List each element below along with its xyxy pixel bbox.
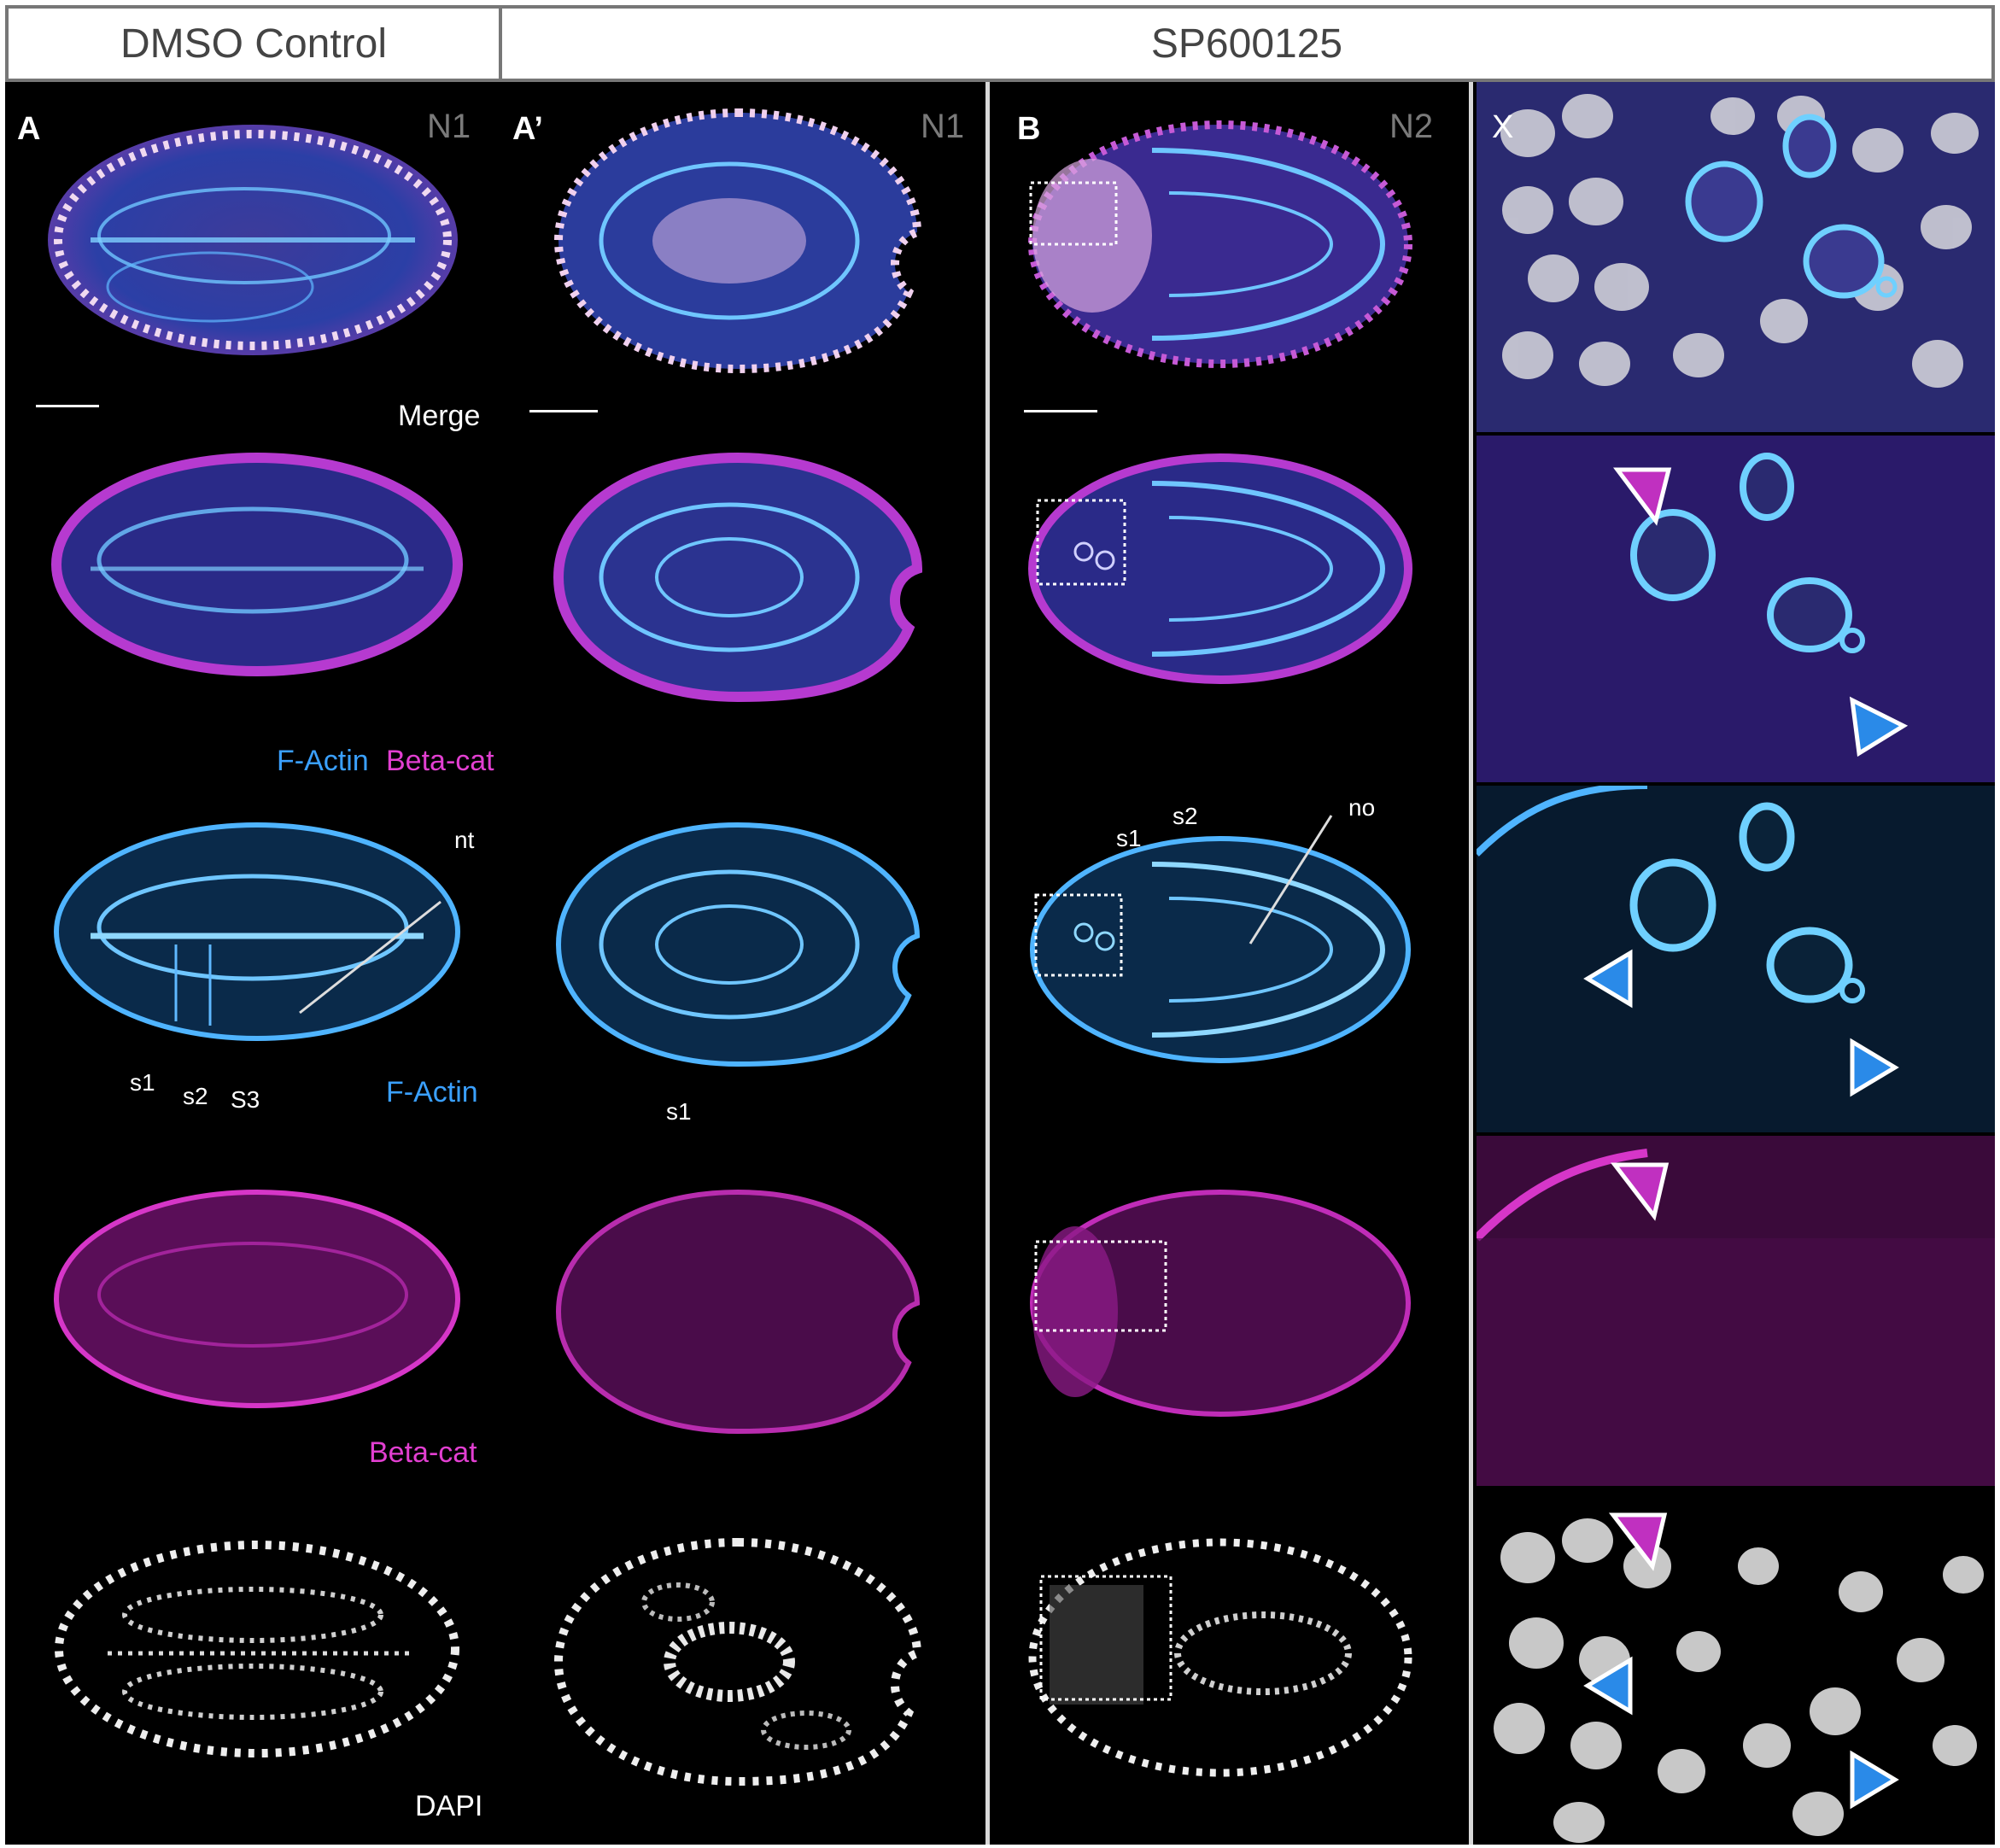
header-dmso-control: DMSO Control [9,9,502,79]
zoom-divider-1 [1477,432,1995,436]
embryo-a-prime-dapi [553,1537,922,1787]
embryo-b-factin [1030,836,1411,1063]
header-dmso-label: DMSO Control [120,20,388,67]
embryo-a-merge [48,125,458,355]
embryo-a-prime-factin [555,822,921,1067]
panel-letter-a-prime: A’ [512,111,543,147]
zoom-merge [1477,82,1995,432]
embryo-a-prime-factin-betacat [553,452,923,703]
label-betacat-row2: Beta-cat [386,745,494,777]
zoom-factin-betacat [1477,436,1995,782]
header-row: DMSO Control SP600125 [5,5,1995,82]
zoom-factin [1477,786,1995,1132]
column-a: A N1 Merge F-Actin Beta-cat nt s1 s2 S3 … [5,82,499,1845]
scalebar-a [36,405,99,407]
scalebar-a-prime [529,410,598,412]
label-a-s2: s2 [183,1083,208,1109]
column-x: X [1473,82,1995,1845]
nt-pointer-line [299,900,442,1015]
panel-a-prime-n-label: N1 [921,108,965,145]
label-a-prime-s1: s1 [666,1098,692,1125]
embryo-a-dapi [55,1541,459,1757]
label-nt: nt [454,827,475,853]
embryo-a-prime-betacat [555,1189,921,1435]
label-a-s1: s1 [130,1069,155,1096]
label-factin-row2: F-Actin [277,745,369,777]
panel-letter-a: A [17,111,41,147]
zoom-divider-4 [1477,1486,1995,1489]
embryo-a-factin-betacat [51,453,463,676]
zoom-divider-3 [1477,1132,1995,1136]
label-factin-row3: F-Actin [386,1076,478,1108]
embryo-a-prime-merge [553,108,922,374]
label-merge: Merge [398,400,481,432]
label-betacat-row4: Beta-cat [369,1436,477,1469]
label-dapi: DAPI [415,1790,483,1822]
figure-panels: A N1 Merge F-Actin Beta-cat nt s1 s2 S3 … [5,82,1995,1845]
no-pointer-line [1249,815,1333,944]
label-b-s2: s2 [1173,803,1198,829]
column-b: B N2 s1 s2 no [990,82,1469,1845]
embryo-b-betacat [1030,1190,1411,1417]
header-sp-label: SP600125 [1150,20,1343,67]
embryo-a-betacat [54,1190,460,1408]
column-a-prime: A’ N1 s1 [499,82,985,1845]
panel-letter-x-overlay: X [1492,109,1514,145]
label-b-no: no [1348,794,1376,821]
embryo-b-merge [1028,120,1412,368]
header-sp600125: SP600125 [502,9,1991,79]
scalebar-b [1024,410,1097,412]
zoom-betacat [1477,1136,1995,1486]
label-a-s3: S3 [231,1086,260,1113]
embryo-b-dapi [1028,1538,1412,1777]
embryo-b-factin-betacat [1028,453,1412,684]
zoom-divider-2 [1477,782,1995,786]
label-b-s1: s1 [1116,825,1142,851]
zoom-dapi [1477,1489,1995,1845]
